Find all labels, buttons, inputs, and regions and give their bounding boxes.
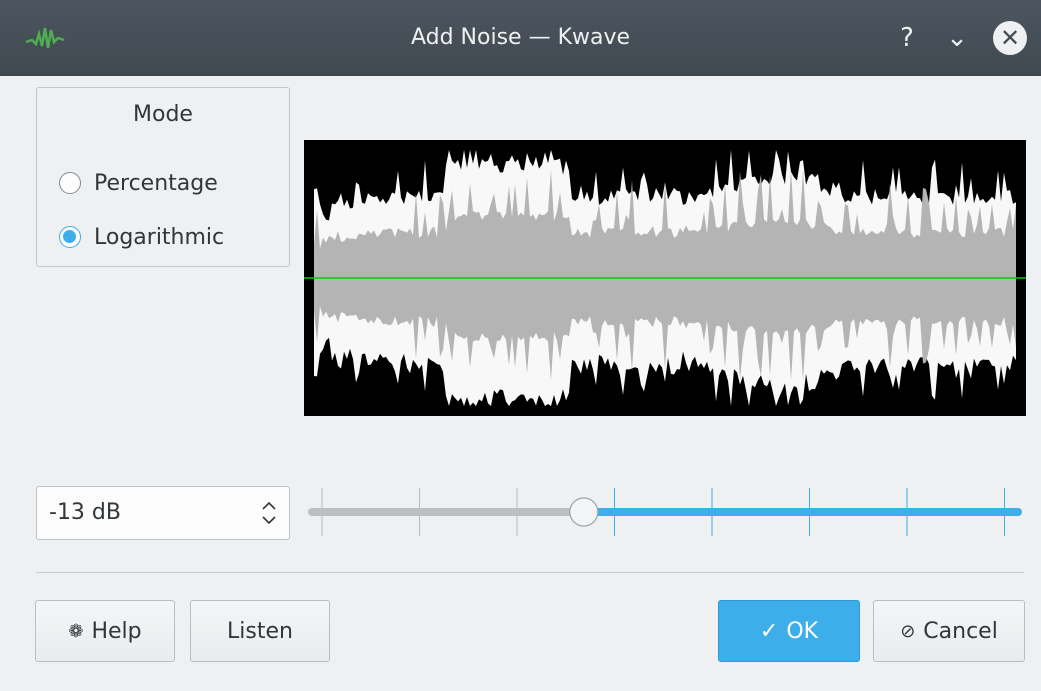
radio-percentage-label: Percentage [94, 170, 218, 196]
radio-logarithmic-indicator[interactable] [59, 226, 81, 248]
waveform-plot [304, 150, 1026, 406]
close-icon: ✕ [993, 21, 1027, 55]
cancel-button[interactable]: ⊘ Cancel [873, 600, 1025, 662]
window-title: Add Noise — Kwave [410, 25, 631, 50]
mode-group-title: Mode [133, 102, 193, 127]
ok-button-label: OK [786, 618, 819, 644]
radio-percentage[interactable]: Percentage [59, 168, 218, 198]
listen-button[interactable]: Listen [190, 600, 330, 662]
mode-group: Mode Percentage Logarithmic [36, 87, 290, 267]
radio-logarithmic[interactable]: Logarithmic [59, 222, 224, 252]
waveform-preview [304, 140, 1026, 416]
cancel-button-label: Cancel [923, 618, 998, 644]
help-button-label: Help [91, 618, 142, 644]
radio-logarithmic-label: Logarithmic [94, 224, 225, 250]
help-button[interactable]: ❁ Help [35, 600, 175, 662]
context-help-button[interactable]: ? [892, 20, 922, 56]
ok-button[interactable]: ✓ OK [718, 600, 860, 662]
help-lifebuoy-icon: ❁ [68, 620, 84, 642]
level-spinbox[interactable]: -13 dB [36, 486, 290, 540]
close-button[interactable]: ✕ [990, 20, 1030, 56]
level-value[interactable]: -13 dB [49, 487, 121, 539]
cancel-circle-icon: ⊘ [900, 620, 916, 642]
title-bar[interactable]: Add Noise — Kwave ? ⌄ ✕ [0, 0, 1041, 76]
slider-handle[interactable] [569, 497, 599, 527]
level-slider[interactable] [306, 486, 1024, 540]
spin-arrows-icon[interactable] [259, 499, 279, 527]
radio-percentage-indicator[interactable] [59, 172, 81, 194]
minimize-button[interactable]: ⌄ [940, 20, 974, 56]
divider [36, 572, 1024, 573]
check-icon: ✓ [759, 618, 779, 644]
level-slider-track[interactable] [306, 486, 1024, 540]
listen-button-label: Listen [227, 618, 293, 644]
